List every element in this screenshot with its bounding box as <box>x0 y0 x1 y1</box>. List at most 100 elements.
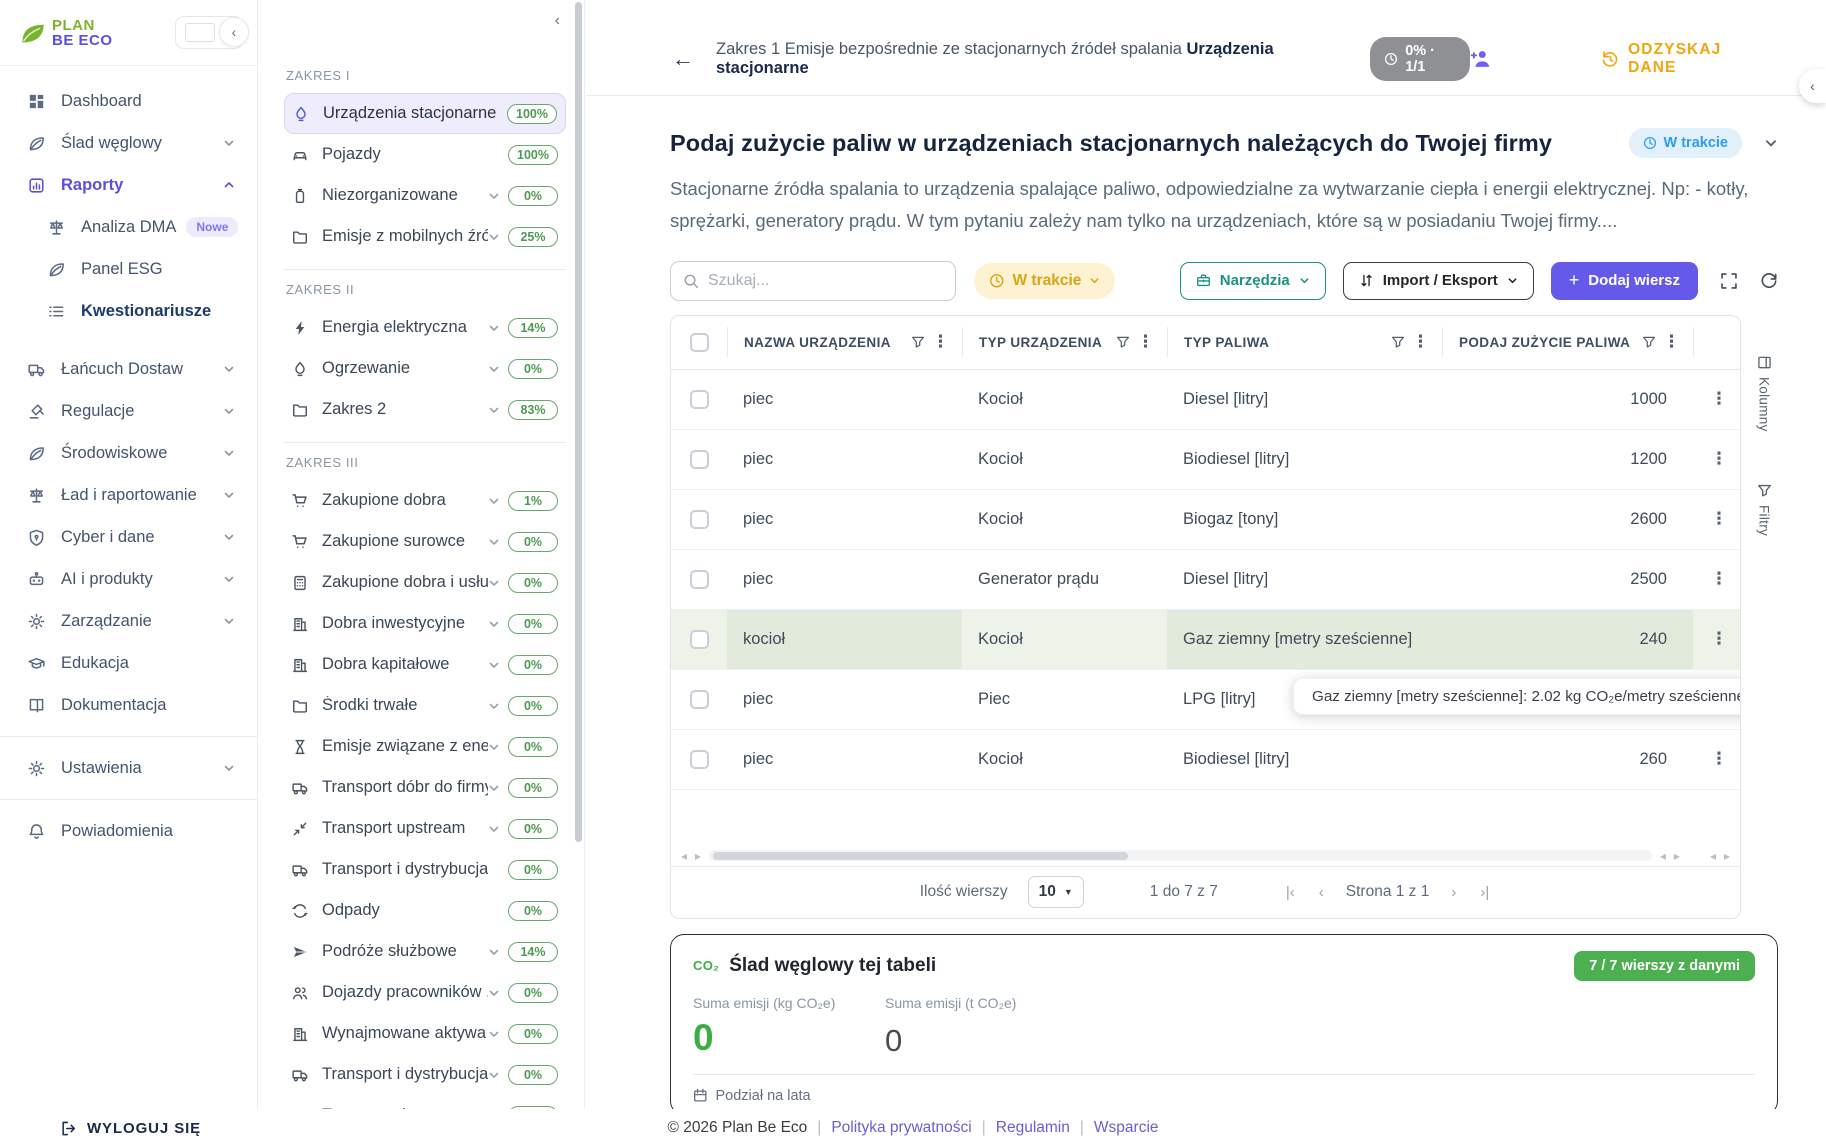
row-checkbox[interactable] <box>690 750 709 769</box>
scope-item[interactable]: Emisje z mobilnych źró...25% <box>284 216 566 257</box>
collapse-question-chevron[interactable] <box>1764 136 1778 150</box>
scope-item[interactable]: Dojazdy pracowników ...0% <box>284 972 566 1013</box>
row-checkbox[interactable] <box>690 390 709 409</box>
sidebar-item-7[interactable]: Regulacje <box>0 390 257 432</box>
cell-typ-urzadzenia[interactable]: Kocioł <box>962 430 1167 489</box>
cell-nazwa[interactable]: piec <box>727 730 962 789</box>
column-menu-icon[interactable]: ⋮ <box>1134 332 1157 352</box>
cell-nazwa[interactable]: piec <box>727 550 962 609</box>
scope-sidebar-collapse-button[interactable]: ‹ <box>555 12 560 30</box>
row-menu-icon[interactable]: ⋮ <box>1708 389 1731 409</box>
back-arrow-button[interactable]: ← <box>672 46 694 72</box>
scope-item[interactable]: Transport downstream0% <box>284 1095 566 1109</box>
add-row-button[interactable]: + Dodaj wiersz <box>1551 262 1698 300</box>
sidebar-item-0[interactable]: Dashboard <box>0 80 257 122</box>
row-menu-icon[interactable]: ⋮ <box>1708 569 1731 589</box>
cell-typ-paliwa[interactable]: Biodiesel [litry] <box>1167 430 1442 489</box>
cell-nazwa[interactable]: piec <box>727 490 962 549</box>
cell-zuzycie[interactable]: 1000 <box>1442 370 1693 429</box>
cell-typ-urzadzenia[interactable]: Kocioł <box>962 730 1167 789</box>
scope-item[interactable]: Urządzenia stacjonarne100% <box>284 93 566 134</box>
row-menu-icon[interactable]: ⋮ <box>1708 509 1731 529</box>
cell-nazwa[interactable]: piec <box>727 670 962 729</box>
scope-item[interactable]: Odpady0% <box>284 890 566 931</box>
column-menu-icon[interactable]: ⋮ <box>1660 332 1683 352</box>
scope-item[interactable]: Wynajmowane aktywa ...0% <box>284 1013 566 1054</box>
logout-button[interactable]: WYLOGUJ SIĘ <box>60 1120 201 1137</box>
scroll-left-icon[interactable]: ◂ <box>1660 849 1666 863</box>
cell-typ-urzadzenia[interactable]: Piec <box>962 670 1167 729</box>
column-menu-icon[interactable]: ⋮ <box>1409 332 1432 352</box>
cell-typ-paliwa[interactable]: Diesel [litry] <box>1167 370 1442 429</box>
scope-item[interactable]: Dobra inwestycyjne0% <box>284 603 566 644</box>
cell-typ-urzadzenia[interactable]: Kocioł <box>962 490 1167 549</box>
last-page-icon[interactable]: ›| <box>1478 884 1491 901</box>
sidebar-item-2[interactable]: Raporty <box>0 164 257 206</box>
scroll-right-icon[interactable]: ▸ <box>695 849 701 863</box>
row-menu-icon[interactable]: ⋮ <box>1708 449 1731 469</box>
import-export-button[interactable]: Import / Eksport <box>1343 262 1534 300</box>
terms-link[interactable]: Regulamin <box>996 1119 1070 1137</box>
sidebar-item-11[interactable]: AI i produkty <box>0 558 257 600</box>
next-page-icon[interactable]: › <box>1449 884 1458 901</box>
sidebar-item-3[interactable]: Analiza DMANowe <box>0 206 257 248</box>
filters-panel-toggle[interactable]: Filtry <box>1757 483 1772 536</box>
scroll-left-icon[interactable]: ◂ <box>1710 849 1716 863</box>
row-checkbox[interactable] <box>690 450 709 469</box>
sidebar-item-4[interactable]: Panel ESG <box>0 248 257 290</box>
scope-item[interactable]: Zakupione surowce0% <box>284 521 566 562</box>
column-menu-icon[interactable]: ⋮ <box>929 332 952 352</box>
row-checkbox[interactable] <box>690 630 709 649</box>
add-person-icon[interactable] <box>1470 48 1491 69</box>
sidebar-item-notifications[interactable]: Powiadomienia <box>0 810 257 852</box>
cell-typ-urzadzenia[interactable]: Kocioł <box>962 610 1167 669</box>
columns-panel-toggle[interactable]: Kolumny <box>1757 355 1772 432</box>
scroll-left-icon[interactable]: ◂ <box>681 849 687 863</box>
row-checkbox[interactable] <box>690 690 709 709</box>
scope-item[interactable]: Zakres 283% <box>284 389 566 430</box>
cell-zuzycie[interactable]: 260 <box>1442 730 1693 789</box>
cell-typ-paliwa[interactable]: Biodiesel [litry] <box>1167 730 1442 789</box>
filter-icon[interactable] <box>1116 335 1130 349</box>
cell-zuzycie[interactable]: 2500 <box>1442 550 1693 609</box>
scope-item[interactable]: Energia elektryczna14% <box>284 307 566 348</box>
scope-item[interactable]: Transport i dystrybucja ...0% <box>284 1054 566 1095</box>
cell-zuzycie[interactable]: 1200 <box>1442 430 1693 489</box>
scope-item[interactable]: Zakupione dobra i usługi0% <box>284 562 566 603</box>
row-menu-icon[interactable]: ⋮ <box>1708 749 1731 769</box>
privacy-policy-link[interactable]: Polityka prywatności <box>831 1119 971 1137</box>
scope-item[interactable]: Zakupione dobra1% <box>284 480 566 521</box>
select-all-checkbox[interactable] <box>690 333 709 352</box>
sidebar-collapse-button[interactable]: ‹ <box>219 17 249 47</box>
status-filter-dropdown[interactable]: W trakcie <box>974 263 1115 299</box>
sidebar-item-settings[interactable]: Ustawienia <box>0 747 257 789</box>
scope-item[interactable]: Środki trwałe0% <box>284 685 566 726</box>
filter-icon[interactable] <box>1391 335 1405 349</box>
cell-nazwa[interactable]: kocioł <box>727 610 962 669</box>
cell-typ-paliwa[interactable]: Gaz ziemny [metry sześcienne] <box>1167 610 1442 669</box>
cell-nazwa[interactable]: piec <box>727 370 962 429</box>
prev-page-icon[interactable]: ‹ <box>1317 884 1326 901</box>
sidebar-item-10[interactable]: Cyber i dane <box>0 516 257 558</box>
scroll-right-icon[interactable]: ▸ <box>1674 849 1680 863</box>
cell-nazwa[interactable]: piec <box>727 430 962 489</box>
sidebar-item-6[interactable]: Łańcuch Dostaw <box>0 348 257 390</box>
sidebar-item-14[interactable]: Dokumentacja <box>0 684 257 726</box>
first-page-icon[interactable]: |‹ <box>1284 884 1297 901</box>
scope-item[interactable]: Niezorganizowane0% <box>284 175 566 216</box>
sidebar-item-8[interactable]: Środowiskowe <box>0 432 257 474</box>
search-input[interactable] <box>708 272 943 290</box>
sidebar-item-9[interactable]: Ład i raportowanie <box>0 474 257 516</box>
tools-button[interactable]: Narzędzia <box>1180 262 1326 300</box>
scope-item[interactable]: Ogrzewanie0% <box>284 348 566 389</box>
cell-typ-urzadzenia[interactable]: Kocioł <box>962 370 1167 429</box>
cell-typ-urzadzenia[interactable]: Generator prądu <box>962 550 1167 609</box>
scroll-right-icon[interactable]: ▸ <box>1724 849 1730 863</box>
sidebar-item-5[interactable]: Kwestionariusze <box>0 290 257 332</box>
hscroll-thumb[interactable] <box>713 852 1128 860</box>
cell-zuzycie[interactable]: 240 <box>1442 610 1693 669</box>
scope-scrollbar[interactable] <box>575 2 582 842</box>
refresh-icon[interactable] <box>1760 272 1778 290</box>
right-panel-handle[interactable]: ‹ <box>1799 69 1826 103</box>
scope-item[interactable]: Transport dóbr do firmy0% <box>284 767 566 808</box>
